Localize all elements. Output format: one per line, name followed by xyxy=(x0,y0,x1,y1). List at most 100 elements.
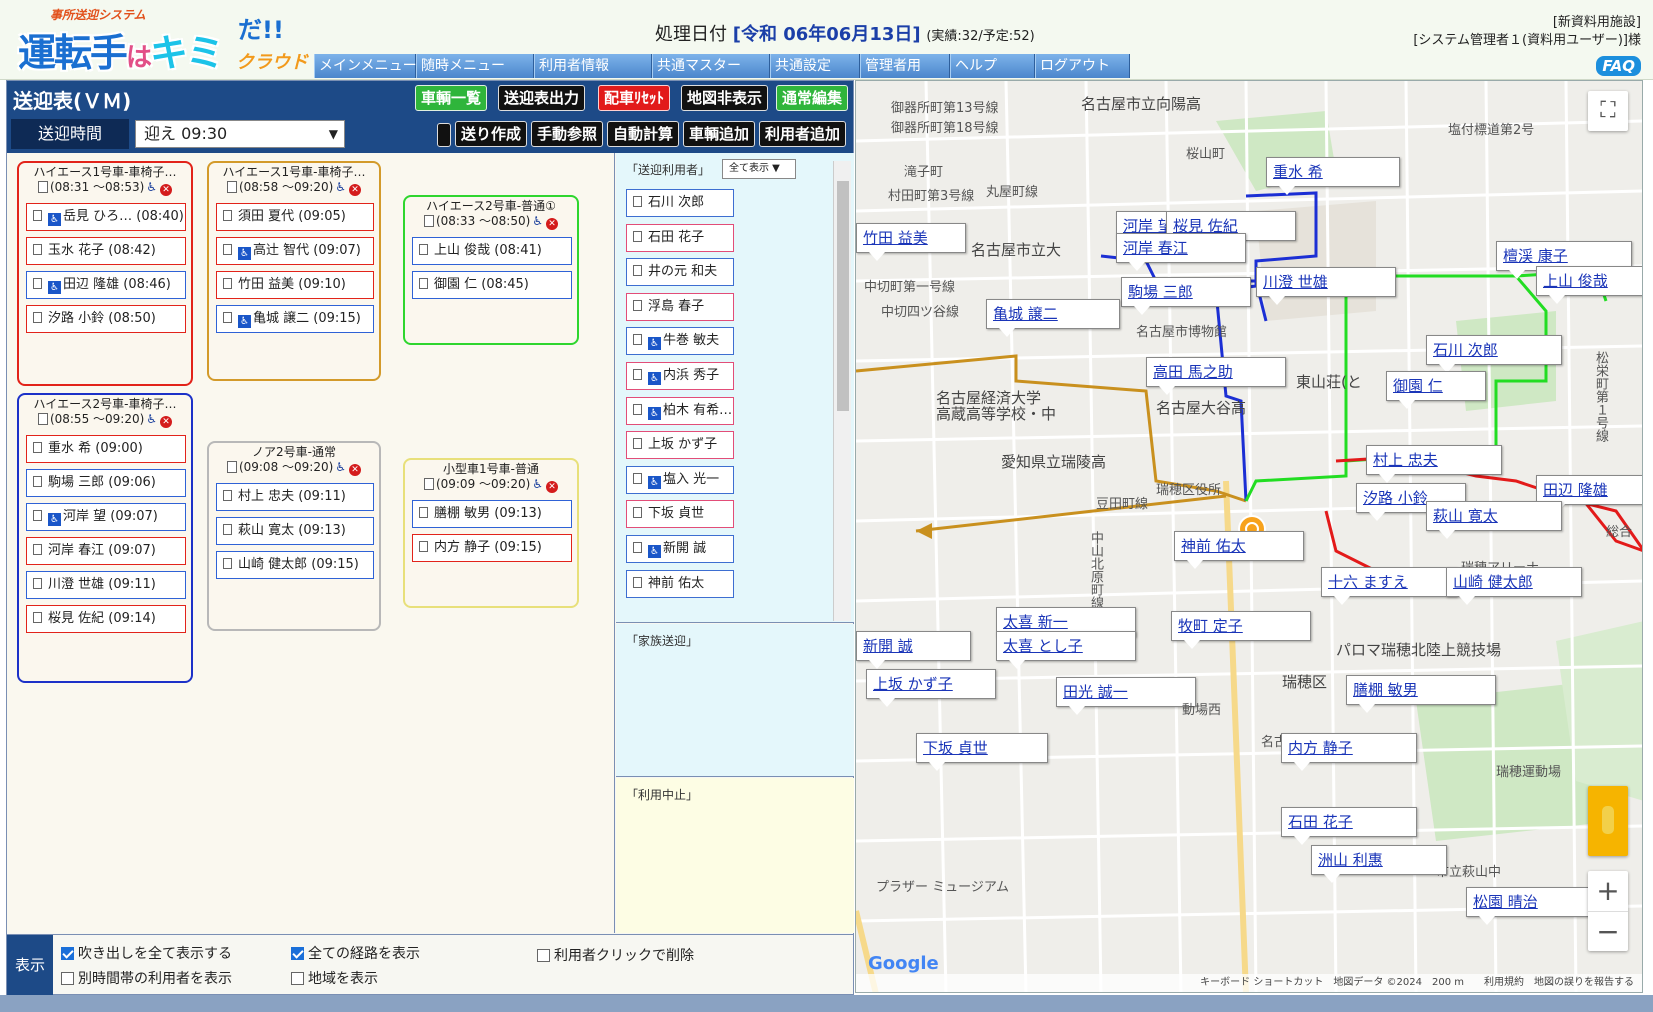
user-balloon[interactable]: 村上 忠夫 xyxy=(1366,445,1502,483)
user-list-item[interactable]: 石川 次郎 xyxy=(626,189,734,217)
passenger-item[interactable]: 桜見 佐紀 (09:14) xyxy=(26,605,186,633)
add-vehicle-button[interactable]: 車輌追加 xyxy=(683,121,756,147)
user-balloon[interactable]: 萩山 寛太 xyxy=(1426,501,1562,539)
passenger-item[interactable]: 御園 仁 (08:45) xyxy=(412,271,572,299)
reset-dispatch-button[interactable]: 配車ﾘｾｯﾄ xyxy=(598,85,671,111)
nav-user-info[interactable]: 利用者情報 xyxy=(534,54,652,78)
user-list-item[interactable]: ♿ 塩入 光一 xyxy=(626,465,734,494)
zoom-out-button[interactable]: − xyxy=(1588,911,1628,951)
users-scrollbar[interactable] xyxy=(833,161,851,621)
passenger-item[interactable]: ♿ 河岸 望 (09:07) xyxy=(26,503,186,531)
nav-logout[interactable]: ログアウト xyxy=(1035,54,1130,78)
output-schedule-button[interactable]: 送迎表出力 xyxy=(498,85,586,111)
user-list-item[interactable]: 下坂 貞世 xyxy=(626,500,734,529)
user-balloon[interactable]: 洲山 利惠 xyxy=(1311,845,1447,883)
document-icon[interactable] xyxy=(423,215,434,227)
faq-button[interactable]: FAQ xyxy=(1596,56,1641,76)
delete-icon[interactable]: ✕ xyxy=(546,218,559,230)
passenger-item[interactable]: 村上 忠夫 (09:11) xyxy=(216,483,374,511)
nav-main-menu[interactable]: メインメニュー xyxy=(314,54,417,78)
time-select[interactable]: 迎え 09:30 ▼ xyxy=(135,120,345,148)
user-balloon[interactable]: 上坂 かず子 xyxy=(866,669,996,707)
scroll-thumb[interactable] xyxy=(837,181,849,411)
nav-help[interactable]: ヘルプ xyxy=(950,54,1035,78)
nav-common-settings[interactable]: 共通設定 xyxy=(770,54,860,78)
user-balloon[interactable]: 高田 馬之助 xyxy=(1146,357,1286,395)
user-list-item[interactable]: 井の元 和夫 xyxy=(626,258,734,287)
user-balloon[interactable]: 重水 希 xyxy=(1266,157,1400,195)
delete-icon[interactable]: ✕ xyxy=(349,464,362,476)
vehicle-card[interactable]: ハイエース2号車-車椅子… (08:55 ～09:20) ♿ ✕ 重水 希 (09:00… xyxy=(17,393,193,683)
fullscreen-button[interactable]: ⛶ xyxy=(1588,91,1628,131)
vehicle-card[interactable]: 小型車1号車-普通 (09:09 ～09:20) ♿ ✕ 膳棚 敏男 (09:13) 内方… xyxy=(403,458,579,608)
passenger-item[interactable]: ♿ 高辻 智代 (09:07) xyxy=(216,237,374,265)
delete-icon[interactable]: ✕ xyxy=(160,416,173,428)
user-balloon[interactable]: 石田 花子 xyxy=(1281,807,1417,845)
passenger-item[interactable]: 河岸 春江 (09:07) xyxy=(26,537,186,565)
user-balloon[interactable]: 上山 俊哉 xyxy=(1536,266,1642,304)
passenger-item[interactable]: 膳棚 敏男 (09:13) xyxy=(412,500,572,528)
user-balloon[interactable]: 河岸 春江 xyxy=(1116,233,1246,271)
vehicle-list-button[interactable]: 車輌一覧 xyxy=(415,85,488,111)
passenger-item[interactable]: ♿ 田辺 隆雄 (08:46) xyxy=(26,271,186,299)
create-dropoff-button[interactable]: 送り作成 xyxy=(455,121,528,147)
users-filter-select[interactable]: 全て表示 ▼ xyxy=(722,159,796,179)
user-balloon[interactable]: 川澄 世雄 xyxy=(1256,267,1396,305)
passenger-item[interactable]: 汐路 小鈴 (08:50) xyxy=(26,305,186,333)
passenger-item[interactable]: 内方 静子 (09:15) xyxy=(412,534,572,562)
user-balloon[interactable]: 竹田 益美 xyxy=(856,223,966,261)
delete-icon[interactable]: ✕ xyxy=(546,481,559,493)
vehicle-card[interactable]: ハイエース2号車-普通① (08:33 ～08:50) ♿ ✕ 上山 俊哉 (08:41… xyxy=(403,195,579,345)
passenger-item[interactable]: 須田 夏代 (09:05) xyxy=(216,203,374,231)
document-icon[interactable] xyxy=(37,413,48,425)
user-balloon[interactable]: 松園 晴治 xyxy=(1466,887,1602,925)
user-list-item[interactable]: 神前 佑太 xyxy=(626,569,734,598)
zoom-in-button[interactable]: + xyxy=(1588,871,1628,911)
user-list-item[interactable]: ♿ 牛巻 敏夫 xyxy=(626,327,734,356)
passenger-item[interactable]: 竹田 益美 (09:10) xyxy=(216,271,374,299)
user-balloon[interactable]: 下坂 貞世 xyxy=(916,733,1048,771)
vehicle-card[interactable]: ハイエース1号車-車椅子… (08:58 ～09:20) ♿ ✕ 須田 夏代 (09:0… xyxy=(207,161,381,381)
document-icon[interactable] xyxy=(37,181,48,193)
passenger-item[interactable]: 萩山 寛太 (09:13) xyxy=(216,517,374,545)
hide-map-button[interactable]: 地図非表示 xyxy=(681,85,769,111)
user-balloon[interactable]: 石川 次郎 xyxy=(1426,335,1562,373)
street-view-pegman-icon[interactable] xyxy=(1588,786,1628,856)
user-balloon[interactable]: 駒場 三郎 xyxy=(1121,277,1251,315)
manual-reference-button[interactable]: 手動参照 xyxy=(531,121,604,147)
auto-calc-button[interactable]: 自動計算 xyxy=(607,121,680,147)
user-list-item[interactable]: 浮島 春子 xyxy=(626,292,734,321)
passenger-item[interactable]: 川澄 世雄 (09:11) xyxy=(26,571,186,599)
nav-common-master[interactable]: 共通マスター xyxy=(652,54,770,78)
user-balloon[interactable]: 御園 仁 xyxy=(1386,371,1486,409)
show-all-balloons-checkbox[interactable]: 吹き出しを全て表示する xyxy=(61,943,232,963)
user-balloon[interactable]: 田光 誠一 xyxy=(1056,677,1196,715)
vehicle-card[interactable]: ノア2号車-通常 (09:08 ～09:20) ♿ ✕ 村上 忠夫 (09:11) 萩山 … xyxy=(207,441,381,631)
passenger-item[interactable]: 上山 俊哉 (08:41) xyxy=(412,237,572,265)
passenger-item[interactable]: 玉水 花子 (08:42) xyxy=(26,237,186,265)
nav-adhoc-menu[interactable]: 随時メニュー xyxy=(416,54,534,78)
user-balloon[interactable]: 膳棚 敏男 xyxy=(1346,675,1496,713)
delete-icon[interactable]: ✕ xyxy=(349,184,362,196)
document-icon[interactable] xyxy=(226,461,237,473)
show-area-checkbox[interactable]: 地域を表示 xyxy=(291,968,378,988)
passenger-item[interactable]: ♿ 亀城 譲二 (09:15) xyxy=(216,305,374,333)
user-list-item[interactable]: ♿ 内浜 秀子 xyxy=(626,362,734,390)
user-list-item[interactable]: ♿ 新開 誠 xyxy=(626,535,734,563)
user-balloon[interactable]: 亀城 譲二 xyxy=(986,299,1120,337)
add-user-button[interactable]: 利用者追加 xyxy=(759,121,847,147)
show-all-routes-checkbox[interactable]: 全ての経路を表示 xyxy=(291,943,420,963)
user-balloon[interactable]: 山崎 健太郎 xyxy=(1446,567,1582,605)
user-balloon[interactable]: 内方 静子 xyxy=(1281,733,1417,771)
passenger-item[interactable]: 重水 希 (09:00) xyxy=(26,435,186,463)
user-balloon[interactable]: 十六 ますえ xyxy=(1321,567,1457,605)
show-other-time-checkbox[interactable]: 別時間帯の利用者を表示 xyxy=(61,968,232,988)
nav-admin[interactable]: 管理者用 xyxy=(860,54,950,78)
document-icon[interactable] xyxy=(423,478,434,490)
passenger-item[interactable]: 駒場 三郎 (09:06) xyxy=(26,469,186,497)
user-balloon[interactable]: 牧町 定子 xyxy=(1171,611,1311,649)
passenger-item[interactable]: ♿ 岳見 ひろ… (08:40) xyxy=(26,203,186,231)
vehicle-card[interactable]: ハイエース1号車-車椅子… (08:31 ～08:53) ♿ ✕ ♿ 岳見 ひろ… (08… xyxy=(17,161,193,386)
user-balloon[interactable]: 太喜 とし子 xyxy=(996,631,1136,669)
user-balloon[interactable]: 新開 誠 xyxy=(856,631,971,669)
